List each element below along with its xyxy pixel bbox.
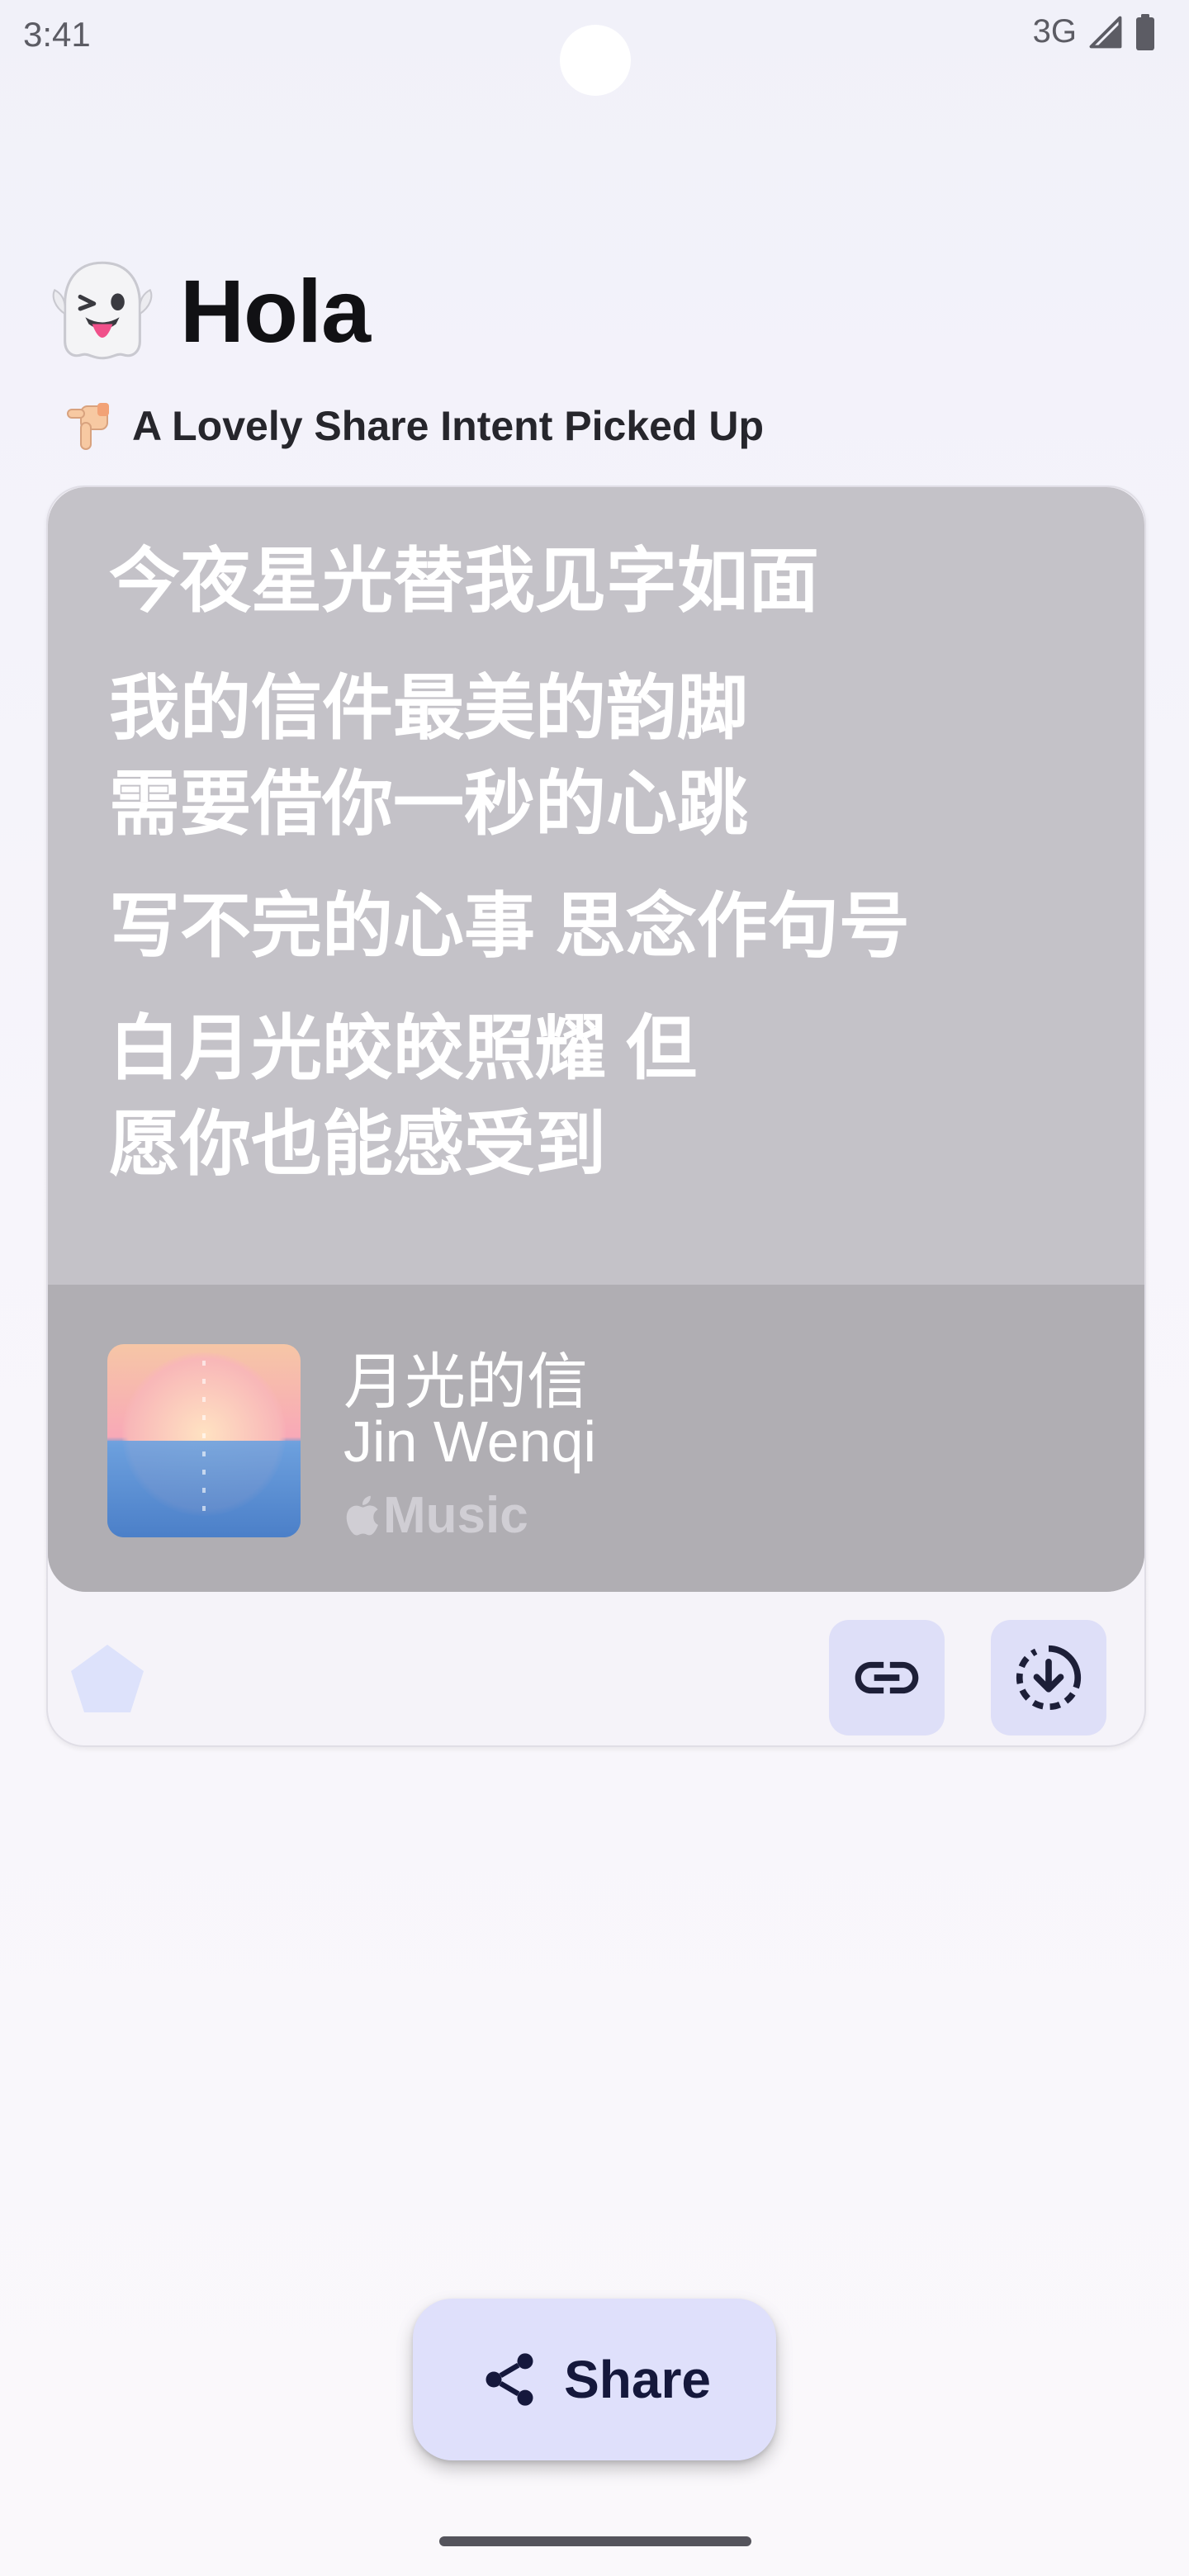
link-icon bbox=[855, 1661, 919, 1694]
save-image-button[interactable] bbox=[991, 1620, 1106, 1735]
lyric-line: 今夜星光替我见字如面 bbox=[109, 542, 819, 621]
song-info-bar: 月光的信 Jin Wenqi Music bbox=[48, 1285, 1144, 1592]
share-icon bbox=[486, 2353, 533, 2406]
song-artist: Jin Wenqi bbox=[343, 1409, 597, 1474]
battery-icon bbox=[1136, 13, 1154, 50]
album-art bbox=[107, 1344, 301, 1537]
title-row: Hola bbox=[48, 256, 371, 365]
lyric-line: 我的信件最美的韵脚 bbox=[109, 669, 748, 748]
page-title: Hola bbox=[180, 260, 371, 361]
app-screen: 3:41 3G Hola A Lovely Share Intent Picke… bbox=[0, 0, 1189, 2576]
camera-cutout bbox=[560, 25, 631, 96]
subtitle: A Lovely Share Intent Picked Up bbox=[132, 403, 765, 449]
home-indicator[interactable] bbox=[439, 2536, 751, 2546]
pentagon-icon[interactable] bbox=[69, 1643, 145, 1714]
pointing-down-hand-icon bbox=[67, 403, 109, 450]
status-time: 3:41 bbox=[23, 15, 91, 54]
music-service-brand: Music bbox=[343, 1486, 528, 1545]
lyric-line: 愿你也能感受到 bbox=[109, 1105, 606, 1184]
lyric-line: 写不完的心事 思念作句号 bbox=[109, 887, 910, 966]
lyric-line: 需要借你一秒的心跳 bbox=[109, 765, 748, 844]
lyrics-share-preview: 今夜星光替我见字如面 我的信件最美的韵脚 需要借你一秒的心跳 写不完的心事 思念… bbox=[48, 487, 1144, 1592]
network-type: 3G bbox=[1032, 13, 1077, 50]
signal-icon bbox=[1089, 16, 1122, 48]
subtitle-row: A Lovely Share Intent Picked Up bbox=[61, 400, 764, 452]
ghost-emoji-icon bbox=[52, 261, 153, 360]
download-circle-icon bbox=[1016, 1645, 1082, 1711]
apple-icon bbox=[346, 1495, 379, 1536]
copy-link-button[interactable] bbox=[829, 1620, 945, 1735]
status-icons: 3G bbox=[1033, 13, 1156, 50]
music-service-label: Music bbox=[383, 1487, 528, 1544]
album-dotted-line bbox=[202, 1361, 206, 1522]
share-label: Share bbox=[564, 2350, 711, 2409]
lyrics-block: 今夜星光替我见字如面 我的信件最美的韵脚 需要借你一秒的心跳 写不完的心事 思念… bbox=[109, 533, 1083, 1192]
share-card: 今夜星光替我见字如面 我的信件最美的韵脚 需要借你一秒的心跳 写不完的心事 思念… bbox=[46, 485, 1146, 1747]
share-fab[interactable]: Share bbox=[413, 2299, 776, 2460]
lyric-line: 白月光皎皎照耀 但 bbox=[109, 1009, 697, 1088]
song-title: 月光的信 bbox=[343, 1347, 588, 1416]
